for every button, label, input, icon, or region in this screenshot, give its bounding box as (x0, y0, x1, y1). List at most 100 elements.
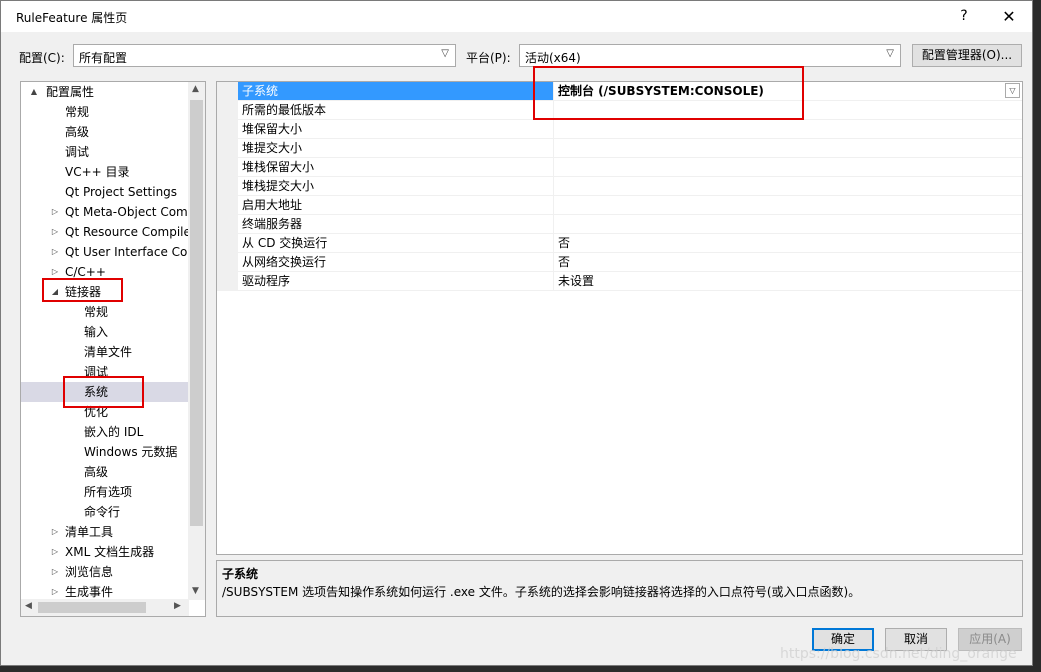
property-name[interactable]: 堆提交大小 (238, 139, 554, 157)
scrollbar-thumb[interactable] (190, 100, 203, 526)
row-gutter (217, 82, 238, 101)
tree-item-label: 输入 (84, 325, 109, 339)
property-value[interactable]: 否 (554, 253, 1022, 271)
close-icon[interactable]: ✕ (986, 1, 1032, 32)
property-value[interactable] (554, 101, 1022, 119)
tree-item[interactable]: 常规 (21, 302, 188, 322)
tree-item-label: 清单文件 (84, 345, 133, 359)
property-row[interactable]: 子系统 控制台 (/SUBSYSTEM:CONSOLE) ▽ (217, 82, 1022, 101)
tree-item[interactable]: 所有选项 (21, 482, 188, 502)
description-panel: 子系统 /SUBSYSTEM 选项告知操作系统如何运行 .exe 文件。子系统的… (216, 560, 1023, 617)
tree-item-label: 浏览信息 (65, 565, 114, 579)
scroll-up-icon[interactable]: ▲ (192, 84, 199, 94)
property-name[interactable]: 子系统 (238, 82, 554, 100)
tree-item[interactable]: 优化 (21, 402, 188, 422)
property-name[interactable]: 所需的最低版本 (238, 101, 554, 119)
property-name[interactable]: 从 CD 交换运行 (238, 234, 554, 252)
property-row[interactable]: 从 CD 交换运行否 (217, 234, 1022, 253)
expand-arrow-icon[interactable]: ▷ (50, 242, 60, 262)
property-name[interactable]: 堆栈保留大小 (238, 158, 554, 176)
row-gutter (217, 177, 238, 196)
expand-arrow-icon[interactable]: ▷ (50, 202, 60, 222)
watermark: https://blog.csdn.net/ding_orange (780, 646, 1017, 662)
tree-item[interactable]: ▷ Qt Meta-Object Compiler (21, 202, 188, 222)
property-row[interactable]: 从网络交换运行否 (217, 253, 1022, 272)
tree-item[interactable]: 嵌入的 IDL (21, 422, 188, 442)
help-icon[interactable]: ? (941, 1, 987, 32)
tree-item[interactable]: ▷ C/C++ (21, 262, 188, 282)
collapse-arrow-icon[interactable]: ◢ (50, 282, 60, 302)
tree-vertical-scrollbar[interactable]: ▲ ▼ (188, 82, 205, 600)
tree-item[interactable]: Qt Project Settings (21, 182, 188, 202)
property-value[interactable]: 未设置 (554, 272, 1022, 290)
tree-item[interactable]: ▷ Qt Resource Compiler (21, 222, 188, 242)
tree-item-label: Qt User Interface Compiler (65, 245, 188, 259)
collapse-arrow-icon[interactable]: ▲ (29, 82, 39, 102)
tree-item[interactable]: ▷ XML 文档生成器 (21, 542, 188, 562)
property-value[interactable] (554, 139, 1022, 157)
property-name[interactable]: 堆保留大小 (238, 120, 554, 138)
property-name[interactable]: 终端服务器 (238, 215, 554, 233)
tree-item-label: 所有选项 (84, 485, 133, 499)
tree-item[interactable]: ▷ 浏览信息 (21, 562, 188, 582)
property-row[interactable]: 堆栈提交大小 (217, 177, 1022, 196)
property-value[interactable]: 控制台 (/SUBSYSTEM:CONSOLE) (554, 82, 1022, 100)
tree-item[interactable]: ▲ 配置属性 (21, 82, 188, 102)
property-value[interactable] (554, 177, 1022, 195)
row-gutter (217, 234, 238, 253)
row-gutter (217, 139, 238, 158)
property-name[interactable]: 从网络交换运行 (238, 253, 554, 271)
expand-arrow-icon[interactable]: ▷ (50, 222, 60, 242)
property-value[interactable] (554, 215, 1022, 233)
property-row[interactable]: 堆栈保留大小 (217, 158, 1022, 177)
tree-item[interactable]: ▷ 清单工具 (21, 522, 188, 542)
property-row[interactable]: 堆提交大小 (217, 139, 1022, 158)
tree-item[interactable]: 系统 (21, 382, 188, 402)
tree-item[interactable]: 高级 (21, 122, 188, 142)
tree-item[interactable]: 命令行 (21, 502, 188, 522)
property-row[interactable]: 终端服务器 (217, 215, 1022, 234)
tree-horizontal-scrollbar[interactable]: ◀ ▶ (21, 599, 189, 616)
tree-item[interactable]: VC++ 目录 (21, 162, 188, 182)
tree-item[interactable]: 调试 (21, 142, 188, 162)
tree-item-label: 调试 (84, 365, 109, 379)
property-row[interactable]: 启用大地址 (217, 196, 1022, 215)
tree-item[interactable]: ▷ Qt User Interface Compiler (21, 242, 188, 262)
scroll-right-icon[interactable]: ▶ (174, 601, 181, 611)
tree-item[interactable]: ◢ 链接器 (21, 282, 188, 302)
property-name[interactable]: 堆栈提交大小 (238, 177, 554, 195)
property-value[interactable]: 否 (554, 234, 1022, 252)
configuration-select[interactable]: 所有配置 ▽ (73, 44, 456, 67)
platform-select[interactable]: 活动(x64) ▽ (519, 44, 901, 67)
property-name[interactable]: 启用大地址 (238, 196, 554, 214)
property-row[interactable]: 堆保留大小 (217, 120, 1022, 139)
row-gutter (217, 158, 238, 177)
scroll-down-icon[interactable]: ▼ (192, 586, 199, 596)
expand-arrow-icon[interactable]: ▷ (50, 262, 60, 282)
tree-item-label: 嵌入的 IDL (84, 425, 144, 439)
property-row[interactable]: 驱动程序 未设置 (217, 272, 1022, 291)
tree-item[interactable]: Windows 元数据 (21, 442, 188, 462)
property-row[interactable]: 所需的最低版本 (217, 101, 1022, 120)
tree-item[interactable]: 调试 (21, 362, 188, 382)
property-value[interactable] (554, 120, 1022, 138)
configuration-manager-button[interactable]: 配置管理器(O)... (912, 44, 1022, 67)
property-value[interactable] (554, 158, 1022, 176)
tree-item[interactable]: 常规 (21, 102, 188, 122)
property-value[interactable] (554, 196, 1022, 214)
tree-item-label: XML 文档生成器 (65, 545, 155, 559)
property-grid: 子系统 控制台 (/SUBSYSTEM:CONSOLE) ▽ 所需的最低版本 堆保留大小… (216, 81, 1023, 555)
tree-item[interactable]: 输入 (21, 322, 188, 342)
expand-arrow-icon[interactable]: ▷ (50, 542, 60, 562)
configuration-value: 所有配置 (79, 51, 128, 65)
tree-item[interactable]: 清单文件 (21, 342, 188, 362)
row-gutter (217, 120, 238, 139)
tree-item[interactable]: 高级 (21, 462, 188, 482)
property-name[interactable]: 驱动程序 (238, 272, 554, 290)
value-dropdown-icon[interactable]: ▽ (1005, 83, 1020, 98)
tree-item-label: 优化 (84, 405, 109, 419)
expand-arrow-icon[interactable]: ▷ (50, 562, 60, 582)
scroll-left-icon[interactable]: ◀ (25, 601, 32, 611)
expand-arrow-icon[interactable]: ▷ (50, 522, 60, 542)
scrollbar-thumb[interactable] (38, 602, 146, 613)
